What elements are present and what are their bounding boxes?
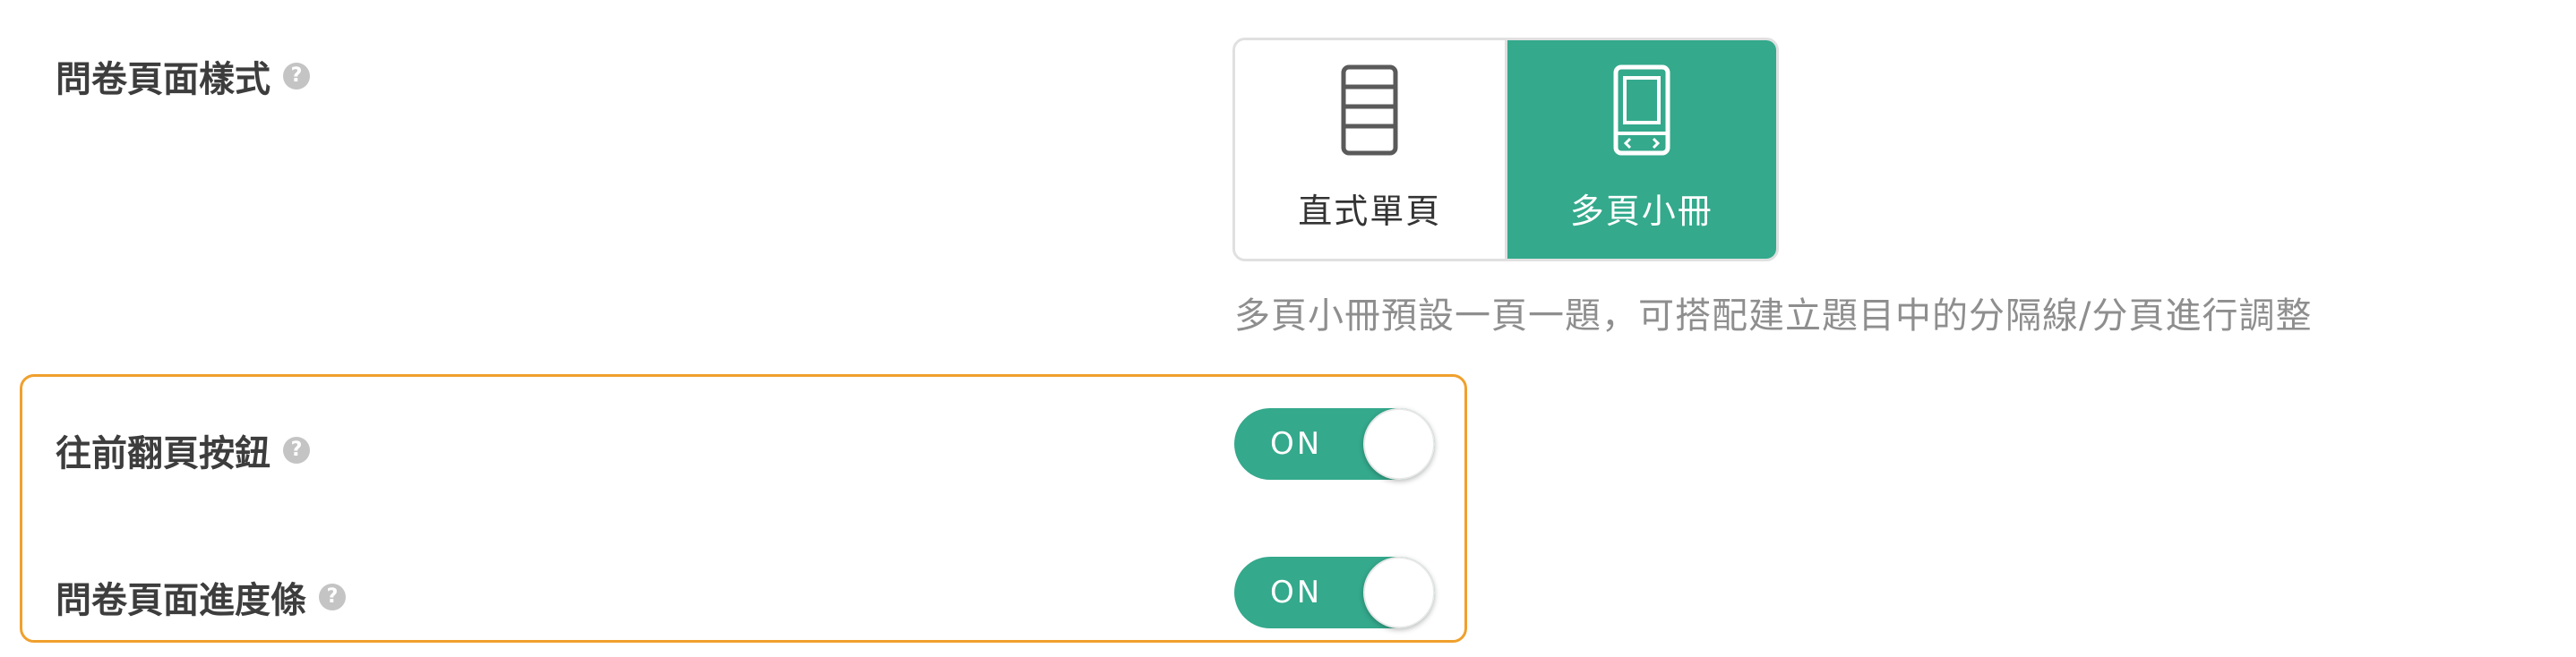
back-button-label: 往前翻頁按鈕 bbox=[56, 433, 270, 474]
style-option-booklet[interactable]: 多頁小冊 bbox=[1507, 40, 1776, 259]
question-circle-icon[interactable]: ? bbox=[319, 584, 346, 610]
style-hint-text: 多頁小冊預設一頁一題，可搭配建立題目中的分隔線/分頁進行調整 bbox=[1234, 295, 2313, 337]
question-circle-icon[interactable]: ? bbox=[283, 437, 310, 464]
survey-style-label-row: 問卷頁面樣式 ? bbox=[56, 50, 310, 102]
booklet-icon bbox=[1613, 64, 1670, 156]
style-option-single-page[interactable]: 直式單頁 bbox=[1235, 40, 1507, 259]
style-option-label: 多頁小冊 bbox=[1569, 192, 1713, 231]
toggle-knob bbox=[1363, 557, 1435, 628]
style-option-label: 直式單頁 bbox=[1298, 192, 1442, 231]
single-page-icon bbox=[1341, 64, 1398, 156]
toggle-on-text: ON bbox=[1270, 426, 1323, 462]
survey-style-label: 問卷頁面樣式 bbox=[56, 59, 270, 100]
progress-bar-label: 問卷頁面進度條 bbox=[56, 580, 306, 621]
progress-bar-label-row: 問卷頁面進度條 ? bbox=[56, 571, 346, 623]
back-button-toggle[interactable]: ON bbox=[1234, 408, 1435, 480]
question-circle-icon[interactable]: ? bbox=[283, 63, 310, 90]
toggle-knob bbox=[1363, 408, 1435, 480]
page-style-selector: 直式單頁 多頁小冊 bbox=[1232, 38, 1779, 261]
toggle-on-text: ON bbox=[1270, 575, 1323, 610]
progress-bar-toggle[interactable]: ON bbox=[1234, 557, 1435, 628]
back-button-label-row: 往前翻頁按鈕 ? bbox=[56, 424, 310, 476]
